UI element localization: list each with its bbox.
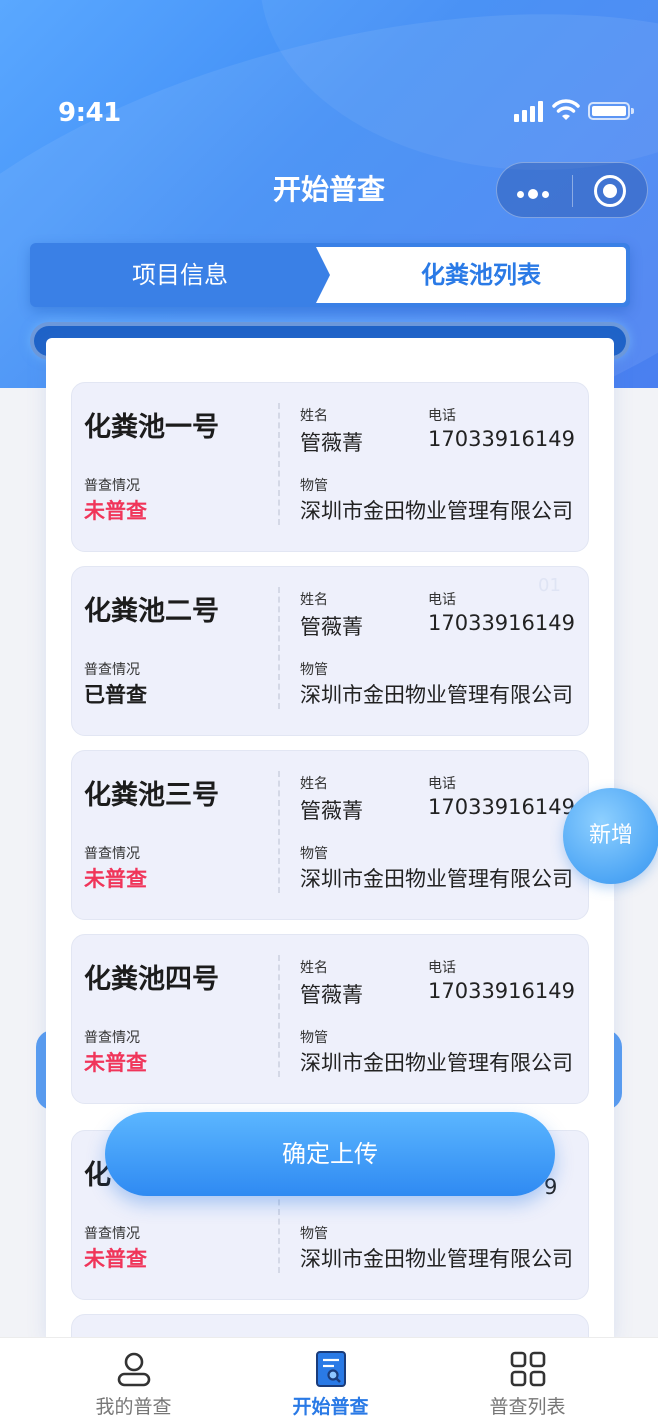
property-company: 深圳市金田物业管理有限公司	[300, 499, 573, 523]
nav-survey-list[interactable]: 普查列表	[418, 1338, 637, 1425]
nav-label: 我的普查	[95, 1396, 172, 1418]
contact-name: 管薇菁	[300, 983, 363, 1007]
survey-status: 未普查	[84, 867, 147, 891]
tab-bar: 项目信息 化粪池列表	[30, 243, 630, 307]
confirm-upload-button[interactable]: 确定上传	[105, 1112, 555, 1196]
name-label: 姓名	[300, 960, 328, 976]
battery-icon	[588, 102, 634, 120]
property-company: 深圳市金田物业管理有限公司	[300, 1247, 573, 1271]
wifi-icon	[552, 99, 580, 120]
card-divider	[278, 587, 280, 709]
nav-start-survey[interactable]: 开始普查	[221, 1338, 440, 1425]
list-item[interactable]: 化粪池三号 普查情况 未普查 姓名 管薇菁 电话 17033916149 物管 …	[71, 750, 589, 920]
tank-title: 化粪池三号	[84, 780, 219, 811]
survey-status: 已普查	[84, 683, 147, 707]
contact-phone: 17033916149	[428, 979, 575, 1003]
name-label: 姓名	[300, 408, 328, 424]
phone-label: 电话	[428, 592, 456, 608]
phone-label: 电话	[428, 776, 456, 792]
property-company: 深圳市金田物业管理有限公司	[300, 867, 573, 891]
survey-status: 未普查	[84, 1051, 147, 1075]
phone-label: 电话	[428, 408, 456, 424]
status-label: 普查情况	[84, 662, 140, 678]
add-button[interactable]: 新增	[563, 788, 658, 884]
status-bar: 9:41	[0, 90, 658, 136]
bottom-nav: 我的普查 开始普查 普查列表	[0, 1337, 658, 1425]
property-label: 物管	[300, 846, 328, 862]
contact-phone: 17033916149	[428, 795, 575, 819]
name-label: 姓名	[300, 776, 328, 792]
card-divider	[278, 403, 280, 525]
property-label: 物管	[300, 1030, 328, 1046]
list-item[interactable]: 01 化粪池二号 普查情况 已普查 姓名 管薇菁 电话 17033916149 …	[71, 566, 589, 736]
status-time: 9:41	[58, 98, 121, 128]
tank-title: 化粪池二号	[84, 596, 219, 627]
status-label: 普查情况	[84, 478, 140, 494]
nav-label: 普查列表	[489, 1396, 566, 1418]
card-index: 01	[538, 575, 561, 596]
property-label: 物管	[300, 662, 328, 678]
property-label: 物管	[300, 1226, 328, 1242]
cellular-signal-icon	[514, 100, 543, 122]
status-label: 普查情况	[84, 846, 140, 862]
nav-label: 开始普查	[292, 1396, 369, 1418]
status-label: 普查情况	[84, 1030, 140, 1046]
contact-name: 管薇菁	[300, 799, 363, 823]
list-item[interactable]: 化粪池一号 普查情况 未普查 姓名 管薇菁 电话 17033916149 物管 …	[71, 382, 589, 552]
grid-icon	[510, 1351, 546, 1387]
property-company: 深圳市金田物业管理有限公司	[300, 1051, 573, 1075]
contact-phone: 17033916149	[428, 427, 575, 451]
contact-name: 管薇菁	[300, 615, 363, 639]
capsule-divider	[572, 175, 573, 207]
survey-status: 未普查	[84, 499, 147, 523]
survey-status: 未普查	[84, 1247, 147, 1271]
tab-septic-tank-list[interactable]: 化粪池列表	[316, 247, 626, 303]
status-label: 普查情况	[84, 1226, 140, 1242]
contact-phone: 17033916149	[428, 611, 575, 635]
tab-project-info[interactable]: 项目信息	[30, 243, 330, 307]
property-label: 物管	[300, 478, 328, 494]
card-divider	[278, 955, 280, 1077]
list-item[interactable]: 化粪池四号 普查情况 未普查 姓名 管薇菁 电话 17033916149 物管 …	[71, 934, 589, 1104]
property-company: 深圳市金田物业管理有限公司	[300, 683, 573, 707]
miniapp-capsule	[496, 162, 648, 218]
phone-label: 电话	[428, 960, 456, 976]
close-miniapp-icon[interactable]	[594, 175, 626, 207]
more-icon[interactable]	[517, 189, 549, 199]
list-item[interactable]	[71, 1314, 589, 1338]
survey-doc-icon	[316, 1351, 346, 1387]
tank-title: 化粪池一号	[84, 412, 219, 443]
contact-name: 管薇菁	[300, 431, 363, 455]
name-label: 姓名	[300, 592, 328, 608]
user-icon	[117, 1352, 151, 1387]
tank-title: 化粪池四号	[84, 964, 219, 995]
card-divider	[278, 771, 280, 893]
nav-my-survey[interactable]: 我的普查	[24, 1338, 243, 1425]
